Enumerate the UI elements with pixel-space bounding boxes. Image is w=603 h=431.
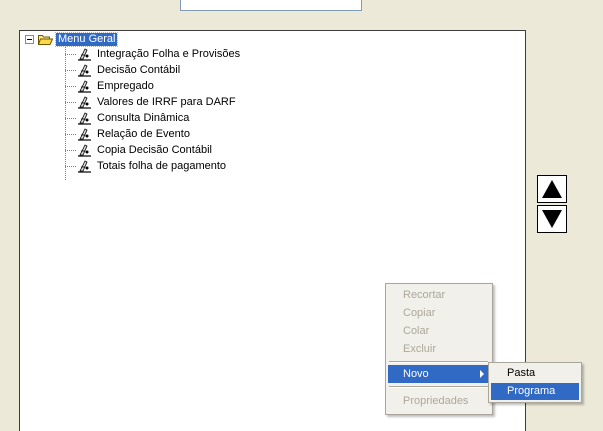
menu-separator [389, 386, 488, 388]
tree-branch-line [65, 150, 76, 151]
submenu-arrow-icon [480, 370, 484, 378]
menu-item-new[interactable]: Novo [388, 365, 490, 383]
tree-item-label: Empregado [97, 80, 154, 92]
program-document-icon [78, 128, 91, 141]
tree-branch-line [65, 118, 76, 119]
collapse-minus-icon[interactable] [25, 35, 34, 44]
submenu-item-folder[interactable]: Pasta [491, 365, 579, 382]
tree-branch-line [65, 134, 76, 135]
tree-branch-line [65, 86, 76, 87]
tree-item-label: Valores de IRRF para DARF [97, 96, 236, 108]
tree-branch-line [65, 54, 76, 55]
top-text-field[interactable] [180, 0, 362, 11]
tree-item-label: Relação de Evento [97, 128, 190, 140]
reorder-arrows [537, 175, 567, 235]
tree-root-node[interactable]: Menu Geral [25, 32, 119, 47]
menu-item-delete[interactable]: Excluir [388, 340, 490, 358]
menu-item-copy[interactable]: Copiar [388, 304, 490, 322]
tree-item-integracao[interactable]: Integração Folha e Provisões [65, 47, 240, 62]
move-down-button[interactable] [537, 205, 567, 233]
program-document-icon [78, 144, 91, 157]
move-up-button[interactable] [537, 175, 567, 203]
tree-item-empregado[interactable]: Empregado [65, 79, 154, 94]
program-document-icon [78, 64, 91, 77]
context-menu: Recortar Copiar Colar Excluir Novo Propr… [385, 283, 493, 415]
program-document-icon [78, 112, 91, 125]
submenu-item-program[interactable]: Programa [491, 383, 579, 400]
menu-separator [389, 361, 488, 363]
menu-item-new-label: Novo [403, 368, 429, 380]
menu-item-cut[interactable]: Recortar [388, 286, 490, 304]
arrow-up-icon [542, 180, 562, 198]
open-folder-icon [38, 35, 53, 45]
tree-root-label[interactable]: Menu Geral [54, 32, 119, 47]
tree-item-label: Integração Folha e Provisões [97, 48, 241, 60]
new-submenu: Pasta Programa [488, 362, 582, 403]
program-document-icon [78, 160, 91, 173]
tree-branch-line [65, 102, 76, 103]
tree-item-label: Copia Decisão Contábil [97, 144, 212, 156]
tree-item-label: Totais folha de pagamento [97, 160, 227, 172]
tree-item-label: Consulta Dinâmica [97, 112, 190, 124]
tree-item-copia-decisao[interactable]: Copia Decisão Contábil [65, 143, 212, 158]
program-document-icon [78, 96, 91, 109]
tree-item-relacao-evento[interactable]: Relação de Evento [65, 127, 190, 142]
tree-item-label: Decisão Contábil [97, 64, 181, 76]
tree-item-totais-folha[interactable]: Totais folha de pagamento [65, 159, 226, 174]
menu-item-properties[interactable]: Propriedades [388, 392, 490, 410]
program-document-icon [78, 48, 91, 61]
menu-item-paste[interactable]: Colar [388, 322, 490, 340]
tree-item-valores-irrf[interactable]: Valores de IRRF para DARF [65, 95, 236, 110]
program-document-icon [78, 80, 91, 93]
tree-item-decisao-contabil[interactable]: Decisão Contábil [65, 63, 180, 78]
arrow-down-icon [542, 210, 562, 228]
tree-branch-line [65, 70, 76, 71]
tree-branch-line [65, 166, 76, 167]
tree-item-consulta-dinamica[interactable]: Consulta Dinâmica [65, 111, 189, 126]
